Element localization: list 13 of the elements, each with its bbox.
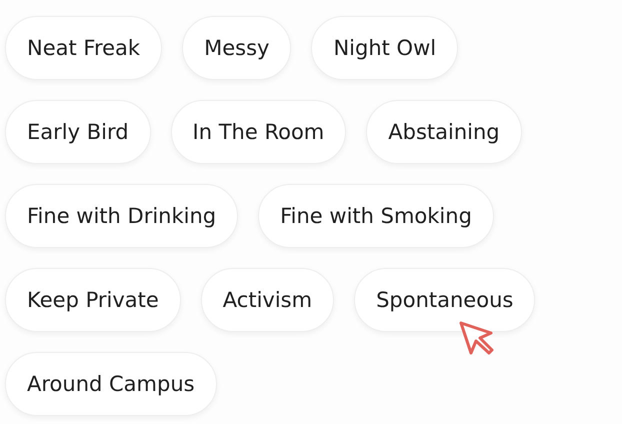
- mouse-pointer-icon: [458, 320, 494, 356]
- tag-chip[interactable]: Night Owl: [311, 16, 458, 80]
- tag-chip[interactable]: Early Bird: [5, 100, 151, 164]
- tag-chip[interactable]: In The Room: [170, 100, 346, 164]
- tag-chip[interactable]: Fine with Smoking: [258, 184, 494, 248]
- tag-chip[interactable]: Fine with Drinking: [5, 184, 238, 248]
- tag-chip[interactable]: Abstaining: [366, 100, 522, 164]
- tag-chip[interactable]: Around Campus: [5, 352, 217, 416]
- tag-chip[interactable]: Neat Freak: [5, 16, 162, 80]
- tag-chip[interactable]: Spontaneous: [354, 268, 536, 332]
- tag-chip[interactable]: Messy: [182, 16, 292, 80]
- tag-chip[interactable]: Keep Private: [5, 268, 181, 332]
- tag-chip[interactable]: Activism: [200, 268, 334, 332]
